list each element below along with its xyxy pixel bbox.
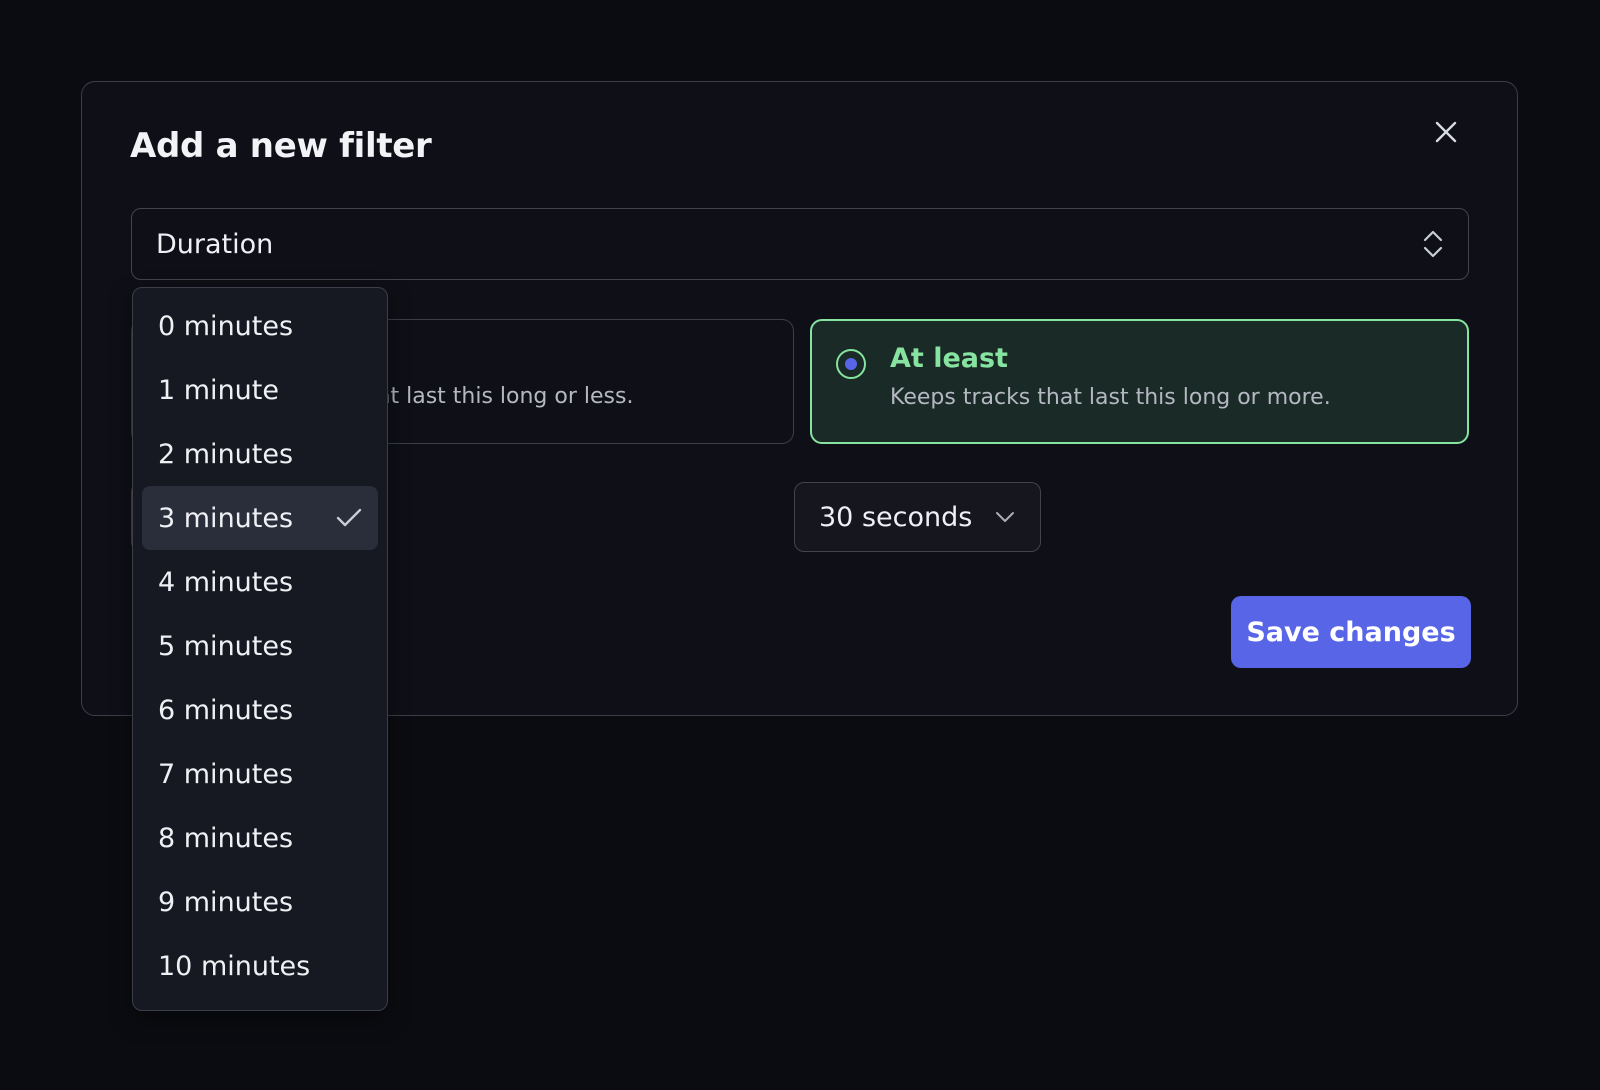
minutes-option[interactable]: 6 minutes (142, 678, 378, 742)
chevron-down-icon (994, 510, 1016, 524)
option-at-least-description: Keeps tracks that last this long or more… (890, 385, 1331, 410)
radio-selected-dot (845, 358, 857, 370)
seconds-value: 30 seconds (819, 501, 973, 533)
minutes-option-label: 8 minutes (158, 822, 294, 854)
minutes-dropdown: 0 minutes 1 minute 2 minutes 3 minutes 4 min… (132, 287, 388, 1011)
minutes-option-label: 0 minutes (158, 310, 294, 342)
minutes-option-label: 2 minutes (158, 438, 294, 470)
radio-at-least[interactable] (836, 349, 866, 379)
minutes-option-label: 5 minutes (158, 630, 294, 662)
close-icon (1435, 121, 1457, 143)
dialog-title: Add a new filter (130, 126, 432, 166)
minutes-option-label: 7 minutes (158, 758, 294, 790)
seconds-select[interactable]: 30 seconds (794, 482, 1041, 552)
option-at-least[interactable]: At least Keeps tracks that last this lon… (810, 319, 1469, 444)
save-changes-button[interactable]: Save changes (1231, 596, 1471, 668)
check-icon (336, 508, 362, 528)
minutes-option-label: 10 minutes (158, 950, 311, 982)
minutes-option[interactable]: 8 minutes (142, 806, 378, 870)
minutes-option-label: 1 minute (158, 374, 279, 406)
minutes-option-label: 6 minutes (158, 694, 294, 726)
chevron-up-down-icon (1422, 229, 1444, 259)
minutes-option[interactable]: 0 minutes (142, 294, 378, 358)
minutes-option[interactable]: 9 minutes (142, 870, 378, 934)
filter-field-select[interactable]: Duration (131, 208, 1469, 280)
filter-field-value: Duration (156, 228, 274, 260)
minutes-option[interactable]: 3 minutes (142, 486, 378, 550)
minutes-option-label: 3 minutes (158, 502, 294, 534)
option-at-least-title: At least (890, 343, 1008, 374)
minutes-option[interactable]: 7 minutes (142, 742, 378, 806)
option-at-most-description: at last this long or less. (377, 384, 634, 409)
minutes-option[interactable]: 1 minute (142, 358, 378, 422)
minutes-option-label: 4 minutes (158, 566, 294, 598)
close-button[interactable] (1424, 110, 1468, 154)
minutes-option-list: 0 minutes 1 minute 2 minutes 3 minutes 4 min… (142, 294, 378, 998)
minutes-option-label: 9 minutes (158, 886, 294, 918)
minutes-option[interactable]: 2 minutes (142, 422, 378, 486)
minutes-option[interactable]: 4 minutes (142, 550, 378, 614)
minutes-option[interactable]: 10 minutes (142, 934, 378, 998)
minutes-option[interactable]: 5 minutes (142, 614, 378, 678)
